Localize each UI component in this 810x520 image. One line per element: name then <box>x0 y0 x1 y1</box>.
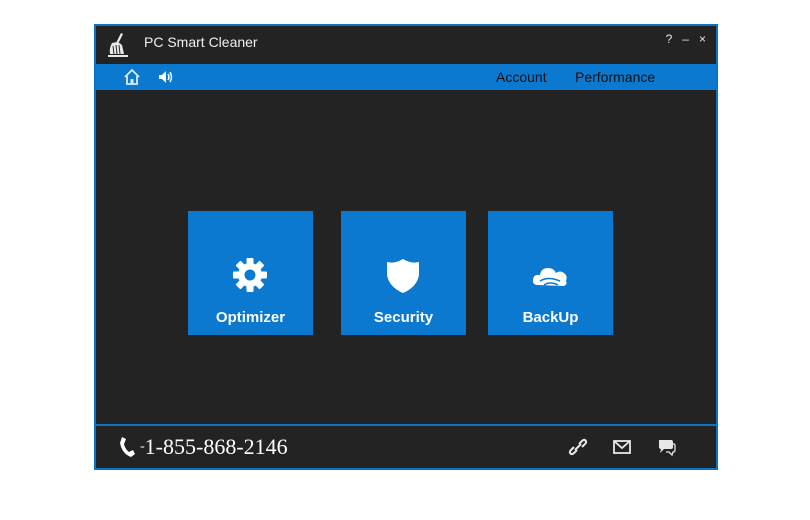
nav-performance-link[interactable]: Performance <box>575 69 655 85</box>
gear-icon <box>233 258 267 292</box>
security-label: Security <box>373 309 434 326</box>
cloud-icon <box>532 268 567 286</box>
phone-digits: 1-855-868-2146 <box>144 434 288 459</box>
close-button[interactable]: × <box>697 32 708 46</box>
support-phone-number: -1-855-868-2146 <box>140 434 288 460</box>
link-icon[interactable] <box>568 437 588 457</box>
optimizer-tile[interactable]: Optimizer <box>188 211 313 335</box>
broom-logo-icon <box>108 33 128 57</box>
minimize-button[interactable]: – <box>680 32 691 46</box>
chat-icon[interactable] <box>656 437 676 457</box>
window-controls: ? – × <box>664 32 708 46</box>
nav-account-link[interactable]: Account <box>496 69 547 85</box>
mail-icon[interactable] <box>612 437 632 457</box>
home-icon[interactable] <box>123 68 141 86</box>
app-window: PC Smart Cleaner ? – × Account Performan… <box>94 24 718 470</box>
security-tile[interactable]: Security <box>341 211 466 335</box>
nav-bar: Account Performance <box>96 64 716 90</box>
help-button[interactable]: ? <box>664 32 675 46</box>
shield-icon <box>387 259 419 293</box>
footer-bar: -1-855-868-2146 <box>96 424 716 468</box>
app-title: PC Smart Cleaner <box>144 34 258 50</box>
phone-icon <box>120 437 135 457</box>
sound-icon[interactable] <box>157 68 175 86</box>
backup-label: BackUp <box>522 309 579 326</box>
backup-tile[interactable]: BackUp <box>488 211 613 335</box>
title-bar: PC Smart Cleaner ? – × <box>96 26 716 64</box>
optimizer-label: Optimizer <box>215 309 286 326</box>
